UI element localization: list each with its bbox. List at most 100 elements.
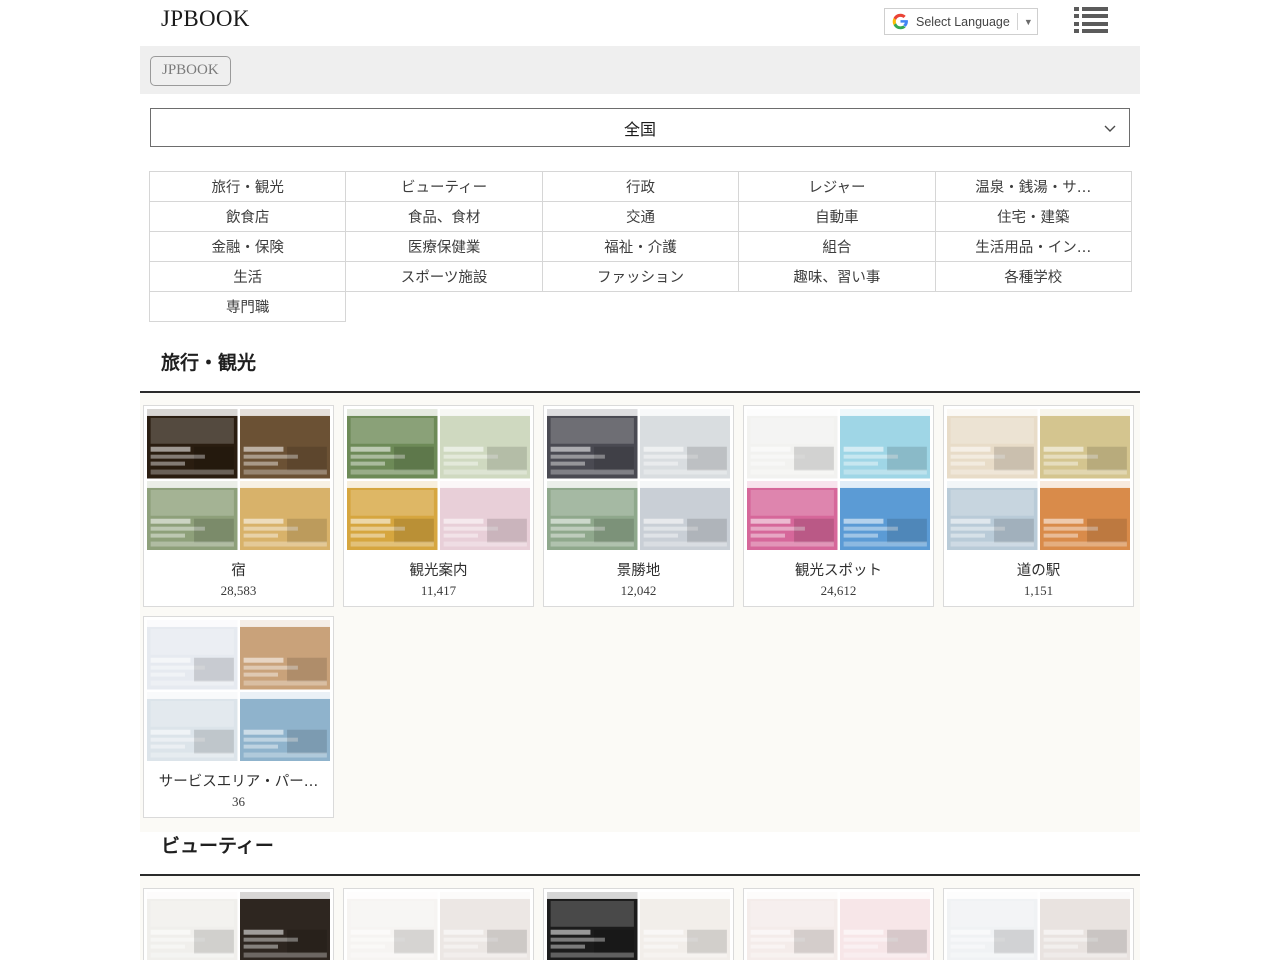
category-cell[interactable]: 飲食店 xyxy=(150,202,346,232)
category-card[interactable]: 景勝地12,042 xyxy=(543,405,734,607)
card-thumbnail xyxy=(640,481,731,551)
category-cell[interactable]: 温泉・銭湯・サ… xyxy=(935,172,1131,202)
card-thumbnail xyxy=(947,481,1038,551)
card-thumbnail xyxy=(240,692,331,762)
category-section: ビューティー xyxy=(140,831,1140,960)
card-count: 36 xyxy=(147,794,330,817)
card-thumbnail xyxy=(147,692,238,762)
category-table-row: 生活スポーツ施設ファッション趣味、習い事各種学校 xyxy=(150,262,1132,292)
category-cell[interactable]: 福祉・介護 xyxy=(542,232,738,262)
breadcrumb-item-jpbook[interactable]: JPBOOK xyxy=(150,56,231,86)
translate-separator xyxy=(1017,13,1018,30)
category-card[interactable]: 宿 28,583 xyxy=(143,405,334,607)
chevron-down-icon[interactable]: ▼ xyxy=(1024,17,1033,27)
card-label: サービスエリア・パー… xyxy=(147,770,330,791)
category-cell[interactable]: 金融・保険 xyxy=(150,232,346,262)
card-thumbnail xyxy=(1040,481,1131,551)
category-cell[interactable]: 生活 xyxy=(150,262,346,292)
translate-label: Select Language xyxy=(916,15,1010,29)
category-cell[interactable]: レジャー xyxy=(739,172,935,202)
site-brand[interactable]: JPBOOK xyxy=(161,6,250,32)
breadcrumb: JPBOOK xyxy=(140,46,1140,94)
card-thumbnail-grid xyxy=(147,620,330,761)
category-cell[interactable]: 交通 xyxy=(542,202,738,232)
category-cell[interactable]: 行政 xyxy=(542,172,738,202)
category-table-row: 専門職 xyxy=(150,292,1132,322)
chevron-down-icon xyxy=(1103,121,1117,135)
card-thumbnail xyxy=(147,620,238,690)
category-table-row: 金融・保険医療保健業福祉・介護組合生活用品・イン… xyxy=(150,232,1132,262)
category-card[interactable] xyxy=(143,888,334,960)
category-cell[interactable]: 組合 xyxy=(739,232,935,262)
card-thumbnail xyxy=(240,892,331,960)
card-count: 28,583 xyxy=(147,583,330,606)
card-thumbnail xyxy=(347,409,438,479)
card-thumbnail xyxy=(147,892,238,960)
category-cell[interactable]: 住宅・建築 xyxy=(935,202,1131,232)
category-cell[interactable]: 生活用品・イン… xyxy=(935,232,1131,262)
category-cell[interactable]: ビューティー xyxy=(346,172,542,202)
category-cell-empty xyxy=(346,292,542,322)
google-translate-widget[interactable]: Select Language ▼ xyxy=(884,8,1038,35)
category-card[interactable]: サービスエリア・パー… 36 xyxy=(143,616,334,818)
category-card[interactable] xyxy=(743,888,934,960)
category-card[interactable] xyxy=(943,888,1134,960)
card-thumbnail-grid xyxy=(147,409,330,550)
card-label: 観光スポット xyxy=(747,559,930,580)
section-title: 旅行・観光 xyxy=(140,348,1140,375)
card-thumbnail xyxy=(440,481,531,551)
card-thumbnail xyxy=(547,892,638,960)
category-card[interactable]: 観光案内11,417 xyxy=(343,405,534,607)
card-thumbnail xyxy=(547,409,638,479)
list-row xyxy=(1074,7,1108,11)
list-row xyxy=(1074,29,1108,33)
card-grid: 宿 28,583 観光案内11,417景勝地12,042観光スポット24,612道の… xyxy=(140,393,1140,832)
category-cell[interactable]: 医療保健業 xyxy=(346,232,542,262)
category-cell[interactable]: スポーツ施設 xyxy=(346,262,542,292)
category-table-row: 飲食店食品、食材交通自動車住宅・建築 xyxy=(150,202,1132,232)
region-select[interactable]: 全国 xyxy=(150,108,1130,147)
category-cell-empty xyxy=(542,292,738,322)
category-cell[interactable]: ファッション xyxy=(542,262,738,292)
card-thumbnail xyxy=(840,409,931,479)
category-card[interactable] xyxy=(343,888,534,960)
category-cell[interactable]: 趣味、習い事 xyxy=(739,262,935,292)
category-cell[interactable]: 旅行・観光 xyxy=(150,172,346,202)
category-section: 旅行・観光宿 28,583 観光案内11,417景勝地12,042観光スポット24,… xyxy=(140,348,1140,832)
site-header: JPBOOK Select Language ▼ xyxy=(0,0,1280,46)
list-view-icon[interactable] xyxy=(1074,6,1108,34)
card-thumbnail xyxy=(147,481,238,551)
page-root: JPBOOK Select Language ▼ JPBOOK xyxy=(0,0,1280,960)
card-thumbnail xyxy=(240,481,331,551)
card-thumbnail xyxy=(747,892,838,960)
card-thumbnail xyxy=(840,481,931,551)
card-thumbnail xyxy=(747,481,838,551)
card-thumbnail xyxy=(1040,409,1131,479)
card-count: 1,151 xyxy=(947,583,1130,606)
card-label: 景勝地 xyxy=(547,559,730,580)
card-thumbnail-grid xyxy=(947,892,1130,960)
card-label: 宿 xyxy=(147,559,330,580)
category-card[interactable]: 道の駅1,151 xyxy=(943,405,1134,607)
card-thumbnail xyxy=(240,620,331,690)
card-thumbnail xyxy=(440,892,531,960)
category-cell[interactable]: 食品、食材 xyxy=(346,202,542,232)
list-row xyxy=(1074,22,1108,26)
card-thumbnail xyxy=(147,409,238,479)
category-cell[interactable]: 各種学校 xyxy=(935,262,1131,292)
card-thumbnail-grid xyxy=(547,892,730,960)
category-card[interactable] xyxy=(543,888,734,960)
card-thumbnail-grid xyxy=(547,409,730,550)
category-cell-empty xyxy=(739,292,935,322)
card-thumbnail xyxy=(440,409,531,479)
category-cell[interactable]: 専門職 xyxy=(150,292,346,322)
category-cell[interactable]: 自動車 xyxy=(739,202,935,232)
card-thumbnail xyxy=(347,892,438,960)
card-grid xyxy=(140,876,1140,960)
card-thumbnail-grid xyxy=(347,892,530,960)
card-count: 11,417 xyxy=(347,583,530,606)
category-card[interactable]: 観光スポット24,612 xyxy=(743,405,934,607)
card-thumbnail xyxy=(947,409,1038,479)
card-thumbnail xyxy=(640,409,731,479)
list-row xyxy=(1074,14,1108,18)
